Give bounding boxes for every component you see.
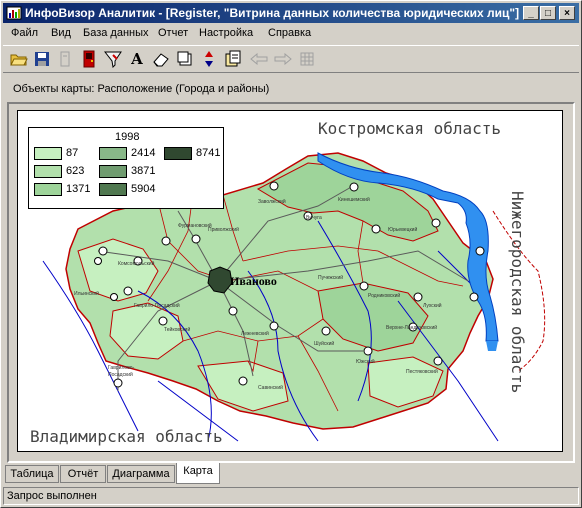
status-text: Запрос выполнен: [7, 490, 97, 502]
eraser-icon[interactable]: [151, 49, 171, 69]
legend-swatch: [34, 183, 62, 196]
svg-text:Лухский: Лухский: [423, 302, 442, 309]
svg-text:Тейковский: Тейковский: [164, 326, 190, 333]
legend-swatch: [99, 147, 127, 160]
neighbor-north-label: Костромская область: [318, 119, 502, 138]
title-bar: ИнфоВизор Аналитик - [Register, "Витрина…: [3, 3, 579, 23]
sort-icon[interactable]: [199, 49, 219, 69]
svg-text:Шуйский: Шуйский: [314, 340, 334, 347]
menu-database[interactable]: База данных: [83, 27, 149, 39]
legend-label: 8741: [196, 147, 221, 159]
svg-text:Савинский: Савинский: [258, 384, 283, 391]
view-tabs: Таблица Отчёт Диаграмма Карта: [5, 463, 579, 485]
menu-file[interactable]: Файл: [11, 27, 38, 39]
menu-view[interactable]: Вид: [51, 27, 71, 39]
capital-label: Иваново: [230, 274, 277, 288]
svg-text:Юрьевецкий: Юрьевецкий: [388, 226, 417, 233]
tab-map[interactable]: Карта: [176, 463, 220, 484]
legend-swatch: [99, 165, 127, 178]
legend-swatch: [164, 147, 192, 160]
font-icon[interactable]: A: [127, 49, 147, 69]
svg-text:Родниковский: Родниковский: [368, 292, 400, 299]
exit-icon[interactable]: [79, 49, 99, 69]
svg-text:Посадский: Посадский: [108, 371, 133, 378]
svg-text:Гаврило-Посадский: Гаврило-Посадский: [134, 302, 180, 309]
svg-text:Фурмановский: Фурмановский: [178, 222, 212, 229]
menu-bar: Файл Вид База данных Отчет Настройка Спр…: [3, 24, 579, 43]
legend-swatch: [34, 165, 62, 178]
legend-title: 1998: [115, 131, 140, 143]
svg-text:Кинешемский: Кинешемский: [338, 196, 370, 203]
svg-text:Комсомольский: Комсомольский: [118, 260, 155, 267]
filter-icon[interactable]: [103, 49, 123, 69]
svg-text:Заволжский: Заволжский: [258, 198, 286, 205]
map-objects-bar: Объекты карты: Расположение (Города и ра…: [7, 77, 577, 97]
svg-text:Вичуга: Вичуга: [306, 215, 322, 221]
tab-report[interactable]: Отчёт: [60, 465, 106, 483]
legend-label: 623: [66, 165, 85, 177]
back-arrow-icon[interactable]: [249, 49, 269, 69]
menu-settings[interactable]: Настройка: [199, 27, 253, 39]
app-window: ИнфоВизор Аналитик - [Register, "Витрина…: [0, 0, 582, 508]
toolbar: A: [3, 45, 579, 73]
legend-label: 87: [66, 147, 79, 159]
legend-label: 1371: [66, 183, 91, 195]
map-canvas[interactable]: Фурмановский Приволжский Заволжский Вичуга…: [17, 110, 563, 452]
map-legend: 1998 87 623 1371 2414 3871 5904 8741: [28, 127, 224, 209]
tab-diagram[interactable]: Диаграмма: [107, 465, 175, 483]
tab-table[interactable]: Таблица: [5, 465, 59, 483]
map-panel: Фурмановский Приволжский Заволжский Вичуга…: [7, 102, 575, 463]
svg-text:Ильинский: Ильинский: [74, 290, 99, 297]
forward-arrow-icon[interactable]: [273, 49, 293, 69]
legend-label: 5904: [131, 183, 156, 195]
svg-text:Приволжский: Приволжский: [208, 226, 239, 233]
svg-text:Верхне-Ландеховский: Верхне-Ландеховский: [386, 324, 437, 331]
legend-swatch: [99, 183, 127, 196]
neighbor-east-label: Нижегородская область: [508, 191, 527, 394]
close-button[interactable]: ×: [559, 6, 575, 20]
legend-label: 3871: [131, 165, 156, 177]
status-bar: Запрос выполнен: [3, 487, 579, 505]
maximize-button[interactable]: □: [540, 6, 556, 20]
svg-text:Пестяковский: Пестяковский: [406, 368, 438, 375]
svg-text:Пучежский: Пучежский: [318, 274, 343, 281]
legend-swatch: [34, 147, 62, 160]
save-icon[interactable]: [32, 49, 52, 69]
minimize-button[interactable]: _: [523, 6, 539, 20]
doc-disabled-icon[interactable]: [55, 49, 75, 69]
menu-report[interactable]: Отчет: [158, 27, 188, 39]
map-objects-label: Объекты карты: Расположение (Города и ра…: [13, 83, 270, 95]
window-title: ИнфоВизор Аналитик - [Register, "Витрина…: [25, 6, 520, 20]
svg-text:Южский: Южский: [356, 358, 375, 365]
menu-help[interactable]: Справка: [268, 27, 311, 39]
window-icon[interactable]: [175, 49, 195, 69]
svg-text:Гаврилово-: Гаврилово-: [108, 365, 135, 371]
grid-disabled-icon[interactable]: [297, 49, 317, 69]
svg-text:Лежневский: Лежневский: [241, 330, 269, 337]
export-icon[interactable]: [223, 49, 243, 69]
open-folder-icon[interactable]: [9, 49, 29, 69]
neighbor-south-label: Владимирская область: [30, 427, 223, 446]
app-icon: [6, 6, 22, 20]
legend-label: 2414: [131, 147, 156, 159]
